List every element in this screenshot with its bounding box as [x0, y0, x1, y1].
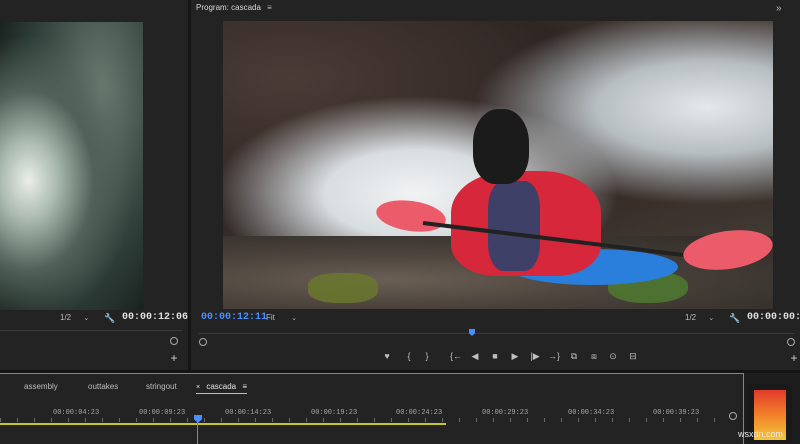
source-out-point-marker[interactable]: [170, 337, 178, 345]
chevron-down-icon: ⌄: [83, 315, 90, 322]
tab-outtakes[interactable]: outtakes: [88, 382, 118, 391]
extract-icon[interactable]: ⧈: [587, 350, 601, 362]
fit-value: Fit: [266, 313, 275, 322]
source-video-frame[interactable]: [0, 22, 143, 310]
program-scrub-bar[interactable]: [199, 333, 795, 334]
tab-cascada[interactable]: × cascada ≡: [196, 382, 248, 394]
wrench-icon[interactable]: 🔧: [729, 312, 741, 324]
grass-patch: [308, 273, 378, 303]
program-monitor-panel: Program: cascada ≡ » 00:00:12:11 Fit ⌄ 1…: [191, 0, 800, 370]
program-duration: 00:00:00:00: [747, 312, 800, 323]
comparison-view-icon[interactable]: ⊟: [627, 350, 639, 362]
timeline-end-marker[interactable]: [729, 412, 737, 420]
export-frame-icon[interactable]: ⊙: [607, 350, 619, 362]
go-to-in-icon[interactable]: {←: [449, 350, 463, 362]
program-zoom-value: 1/2: [685, 313, 697, 322]
ruler-label: 00:00:04:23: [53, 409, 100, 417]
chevron-down-icon: ⌄: [291, 315, 297, 322]
panel-expand-icon[interactable]: »: [776, 3, 782, 14]
close-icon[interactable]: ×: [196, 384, 200, 391]
source-monitor-panel: 1/2 ⌄ 🔧 00:00:12:06 +: [0, 0, 188, 370]
ruler-label: 00:00:39:23: [653, 409, 700, 417]
program-in-point-marker[interactable]: [199, 338, 207, 346]
add-button-icon[interactable]: +: [168, 352, 180, 364]
source-zoom-value: 1/2: [60, 313, 72, 322]
program-out-point-marker[interactable]: [787, 338, 795, 346]
timeline-panel: assembly outtakes stringout × cascada ≡ …: [0, 373, 744, 444]
transport-controls: ♥ { } {← ◀ ■ ▶ |▶ →} ⧉ ⧈ ⊙ ⊟: [381, 350, 651, 364]
wrench-icon[interactable]: 🔧: [104, 312, 116, 324]
panel-menu-icon[interactable]: ≡: [267, 3, 272, 12]
timeline-playhead-line: [197, 422, 198, 444]
program-fit-select[interactable]: Fit ⌄: [266, 313, 304, 322]
chevron-down-icon: ⌄: [708, 315, 715, 322]
program-title-label: Program: cascada: [196, 3, 261, 12]
lift-icon[interactable]: ⧉: [567, 350, 581, 362]
source-timecode[interactable]: 00:00:12:06: [122, 312, 188, 323]
ruler-label: 00:00:19:23: [311, 409, 358, 417]
go-to-out-icon[interactable]: →}: [547, 350, 561, 362]
play-icon[interactable]: ▶: [509, 350, 521, 362]
program-monitor-title[interactable]: Program: cascada ≡: [196, 3, 272, 12]
program-zoom-select[interactable]: 1/2 ⌄: [685, 313, 723, 322]
paddle-blade-left: [374, 196, 448, 236]
time-ruler[interactable]: [0, 418, 720, 422]
watermark: wsxdn.com: [738, 429, 784, 439]
ruler-label: 00:00:24:23: [396, 409, 443, 417]
mark-in-icon[interactable]: {: [403, 350, 415, 362]
tab-label: assembly: [24, 382, 58, 391]
ruler-label: 00:00:14:23: [225, 409, 272, 417]
kayaker-helmet: [473, 109, 529, 184]
tab-label: outtakes: [88, 382, 119, 391]
ruler-label: 00:00:29:23: [482, 409, 529, 417]
source-scrub-bar[interactable]: [0, 330, 182, 331]
tab-label: stringout: [146, 382, 177, 391]
mark-out-icon[interactable]: }: [421, 350, 433, 362]
kayaker-vest: [488, 181, 540, 271]
tab-assembly[interactable]: assembly: [24, 382, 58, 391]
source-zoom-select[interactable]: 1/2 ⌄: [60, 313, 98, 325]
panel-menu-icon[interactable]: ≡: [242, 382, 247, 391]
program-timecode[interactable]: 00:00:12:11: [201, 312, 267, 323]
marker-icon[interactable]: ♥: [381, 350, 393, 362]
ruler-label: 00:00:34:23: [568, 409, 615, 417]
ruler-label: 00:00:09:23: [139, 409, 186, 417]
step-back-icon[interactable]: ◀: [469, 350, 481, 362]
tab-label: cascada: [206, 382, 237, 391]
program-video-frame[interactable]: [223, 21, 773, 309]
add-button-icon[interactable]: +: [788, 352, 800, 364]
stop-icon[interactable]: ■: [489, 350, 501, 362]
program-playhead[interactable]: [469, 329, 475, 336]
tab-stringout[interactable]: stringout: [146, 382, 177, 391]
work-area-bar[interactable]: [0, 423, 446, 425]
step-forward-icon[interactable]: |▶: [529, 350, 541, 362]
